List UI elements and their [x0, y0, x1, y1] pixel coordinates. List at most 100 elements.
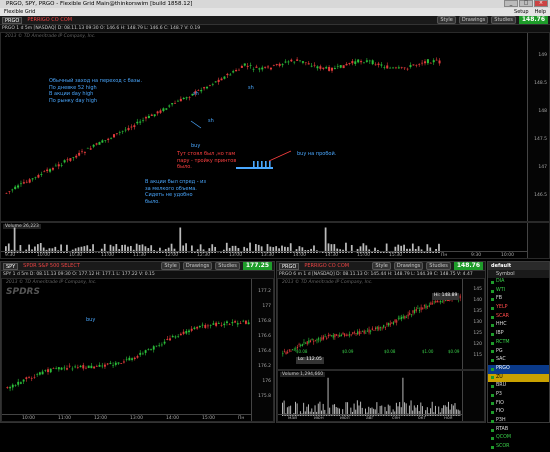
watchlist-symbol: SCOR: [496, 443, 510, 452]
candle-body: [229, 324, 231, 325]
watchlist-row[interactable]: RTAB: [488, 426, 549, 435]
candle-body: [282, 64, 284, 65]
watchlist-row[interactable]: FIO: [488, 408, 549, 417]
row-status-icon: [491, 307, 494, 310]
watchlist-row[interactable]: FIO: [488, 400, 549, 409]
candle-body: [346, 64, 348, 65]
buy-label: buy: [86, 317, 95, 324]
watchlist-row[interactable]: P3H: [488, 417, 549, 426]
watchlist-row[interactable]: RCTM: [488, 339, 549, 348]
watchlist-row[interactable]: P3: [488, 391, 549, 400]
watchlist-row[interactable]: BRU: [488, 382, 549, 391]
candle-body: [333, 335, 334, 338]
last-price-tag: 177.25: [243, 262, 272, 270]
candle-body: [323, 337, 324, 340]
help-menu[interactable]: Help: [535, 8, 546, 16]
watchlist-header[interactable]: default: [488, 262, 549, 270]
time-tick: Пн: [238, 416, 244, 421]
watchlist-row[interactable]: SCAR: [488, 313, 549, 322]
flexible-grid-menu[interactable]: Flexible Grid: [4, 9, 35, 15]
candle-body: [6, 387, 8, 388]
watchlist-row[interactable]: HHC: [488, 321, 549, 330]
setup-menu[interactable]: Setup: [514, 8, 529, 16]
maximize-button[interactable]: □: [519, 0, 533, 7]
price-tick: 149: [538, 53, 547, 58]
watchlist-row[interactable]: IBP: [488, 330, 549, 339]
drawings-button[interactable]: Drawings: [459, 16, 488, 24]
candle-body: [388, 323, 389, 326]
note-line: Тут стоял был ,но там: [177, 151, 236, 158]
watchlist-symbol: DIA: [496, 278, 504, 287]
drawings-button[interactable]: Drawings: [394, 262, 423, 270]
watchlist-row[interactable]: SCOR: [488, 443, 549, 452]
price-tick: 140: [473, 298, 482, 303]
candle-body: [362, 331, 363, 332]
candle-body: [20, 183, 22, 184]
candle-body: [392, 68, 394, 69]
candle-body: [355, 333, 356, 334]
candle-body: [64, 160, 66, 162]
studies-button[interactable]: Studies: [426, 262, 451, 270]
watchlist-row[interactable]: FB: [488, 295, 549, 304]
candle-body: [258, 68, 260, 69]
close-button[interactable]: ×: [534, 0, 548, 7]
daily-price-chart[interactable]: 2013 © TD Ameritrade IP Company, Inc. Hi…: [277, 278, 485, 370]
candle-body: [328, 335, 329, 336]
candle-body: [322, 68, 324, 69]
price-chart[interactable]: 2013 © TD Ameritrade IP Company, Inc. 14…: [0, 32, 550, 222]
candle-body: [289, 349, 290, 350]
candle-body: [313, 341, 314, 342]
candle-body: [409, 313, 410, 315]
candle-body: [314, 65, 316, 66]
candle-body: [372, 60, 374, 64]
watchlist-row[interactable]: PRGO: [488, 365, 549, 374]
watchlist-row[interactable]: YELP: [488, 304, 549, 313]
candle-body: [212, 323, 214, 324]
candle-body: [125, 130, 127, 131]
watchlist-row[interactable]: PG: [488, 348, 549, 357]
minimize-button[interactable]: _: [504, 0, 518, 7]
watchlist-row[interactable]: DIA: [488, 278, 549, 287]
candle-body: [424, 305, 425, 306]
symbol-input[interactable]: PRGO: [2, 17, 22, 24]
style-button[interactable]: Style: [437, 16, 456, 24]
volume-pane[interactable]: Volume 26,223 9:30 10:00 10:30 11:00 11:…: [0, 222, 550, 259]
symbol-input[interactable]: SPY: [3, 263, 18, 270]
candle-body: [412, 64, 414, 65]
candlestick-plot: [1, 33, 529, 216]
daily-volume-pane[interactable]: Volume 1,294,660 май июн июл авг сен окт…: [277, 370, 485, 422]
style-button[interactable]: Style: [372, 262, 391, 270]
studies-button[interactable]: Studies: [491, 16, 516, 24]
watchlist-symbol: IBP: [496, 330, 504, 339]
volume-axis: [527, 223, 549, 258]
studies-button[interactable]: Studies: [215, 262, 240, 270]
candle-body: [406, 317, 407, 318]
drawings-button[interactable]: Drawings: [183, 262, 212, 270]
candle-body: [255, 67, 257, 68]
candle-body: [357, 60, 359, 63]
symbol-column-header[interactable]: Symbol: [488, 270, 549, 278]
watchlist-symbol: PRGO: [496, 365, 510, 374]
volume-bar: [325, 228, 327, 254]
candle-body: [229, 75, 231, 76]
candle-body: [366, 60, 368, 62]
candle-body: [207, 326, 209, 327]
candle-body: [411, 314, 412, 315]
spy-price-chart[interactable]: 2013 © TD Ameritrade IP Company, Inc. SP…: [1, 278, 274, 422]
candle-body: [395, 68, 397, 69]
watchlist-row[interactable]: ZU: [488, 374, 549, 383]
style-button[interactable]: Style: [161, 262, 180, 270]
candle-body: [237, 323, 239, 324]
watchlist-row[interactable]: QCOM: [488, 434, 549, 443]
candle-body: [78, 153, 80, 156]
candle-body: [363, 63, 365, 64]
symbol-input[interactable]: PRGO: [279, 263, 299, 270]
time-tick: 10:30: [69, 253, 82, 258]
dividend-label: $0.08: [296, 349, 307, 356]
price-tick: 148: [538, 109, 547, 114]
candle-body: [299, 344, 300, 345]
watchlist-row[interactable]: WTI: [488, 287, 549, 296]
watchlist-row[interactable]: SAC: [488, 356, 549, 365]
candle-body: [404, 67, 406, 68]
candle-body: [302, 344, 303, 346]
